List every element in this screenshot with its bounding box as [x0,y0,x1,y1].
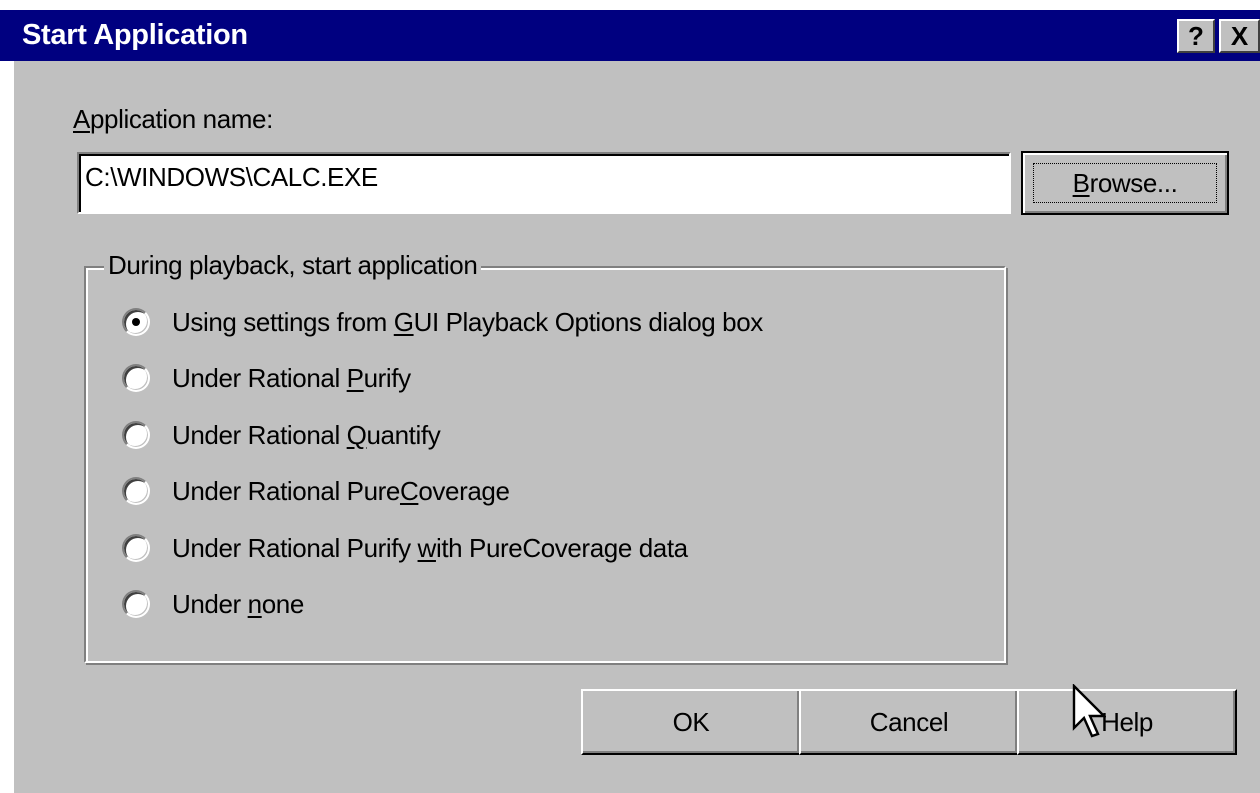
radio-button[interactable] [122,421,150,449]
radio-option-gui-playback[interactable]: Using settings from GUI Playback Options… [122,302,763,342]
window-title: Start Application [22,19,248,51]
radio-label: Using settings from GUI Playback Options… [172,306,763,337]
browse-button[interactable]: Browse... [1021,151,1229,215]
help-button[interactable]: Help [1017,689,1237,755]
radio-label: Under Rational Purify [172,362,411,393]
radio-label: Under Rational Quantify [172,419,441,450]
close-icon: X [1230,20,1249,51]
radio-option-purecoverage[interactable]: Under Rational PureCoverage [122,471,510,511]
ok-button[interactable]: OK [581,689,801,755]
radio-label: Under Rational Purify with PureCoverage … [172,532,688,563]
radio-button[interactable] [122,308,150,336]
title-bar[interactable]: Start Application ? X [0,10,1260,61]
radio-button[interactable] [122,477,150,505]
radio-button[interactable] [122,364,150,392]
groupbox-legend: During playback, start application [104,250,482,281]
radio-button[interactable] [122,590,150,618]
radio-label: Under none [172,588,304,619]
title-help-button[interactable]: ? [1177,19,1215,53]
radio-button[interactable] [122,534,150,562]
browse-button-label: Browse... [1072,167,1178,198]
radio-option-purify-with-purecoverage[interactable]: Under Rational Purify with PureCoverage … [122,528,688,568]
radio-option-none[interactable]: Under none [122,584,304,624]
title-close-button[interactable]: X [1219,19,1260,53]
application-name-label: Application name: [73,104,273,134]
question-mark-icon: ? [1188,20,1204,51]
application-name-input[interactable]: C:\WINDOWS\CALC.EXE [77,152,1011,214]
start-application-dialog: Start Application ? X Application name: … [0,0,1260,793]
cancel-button[interactable]: Cancel [799,689,1019,755]
radio-option-quantify[interactable]: Under Rational Quantify [122,415,441,455]
radio-label: Under Rational PureCoverage [172,475,510,506]
radio-option-purify[interactable]: Under Rational Purify [122,358,411,398]
